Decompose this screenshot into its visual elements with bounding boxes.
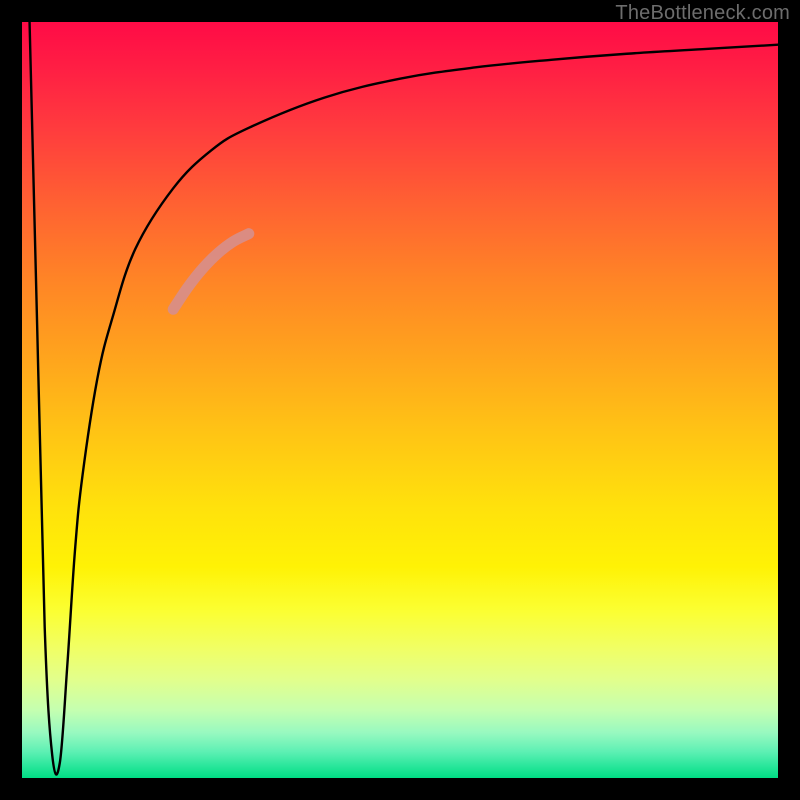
- highlight-segment: [173, 234, 249, 310]
- chart-frame: TheBottleneck.com: [0, 0, 800, 800]
- watermark-text: TheBottleneck.com: [615, 2, 790, 25]
- curve-layer: [22, 22, 778, 778]
- plot-area: [22, 22, 778, 778]
- bottleneck-curve: [30, 22, 778, 775]
